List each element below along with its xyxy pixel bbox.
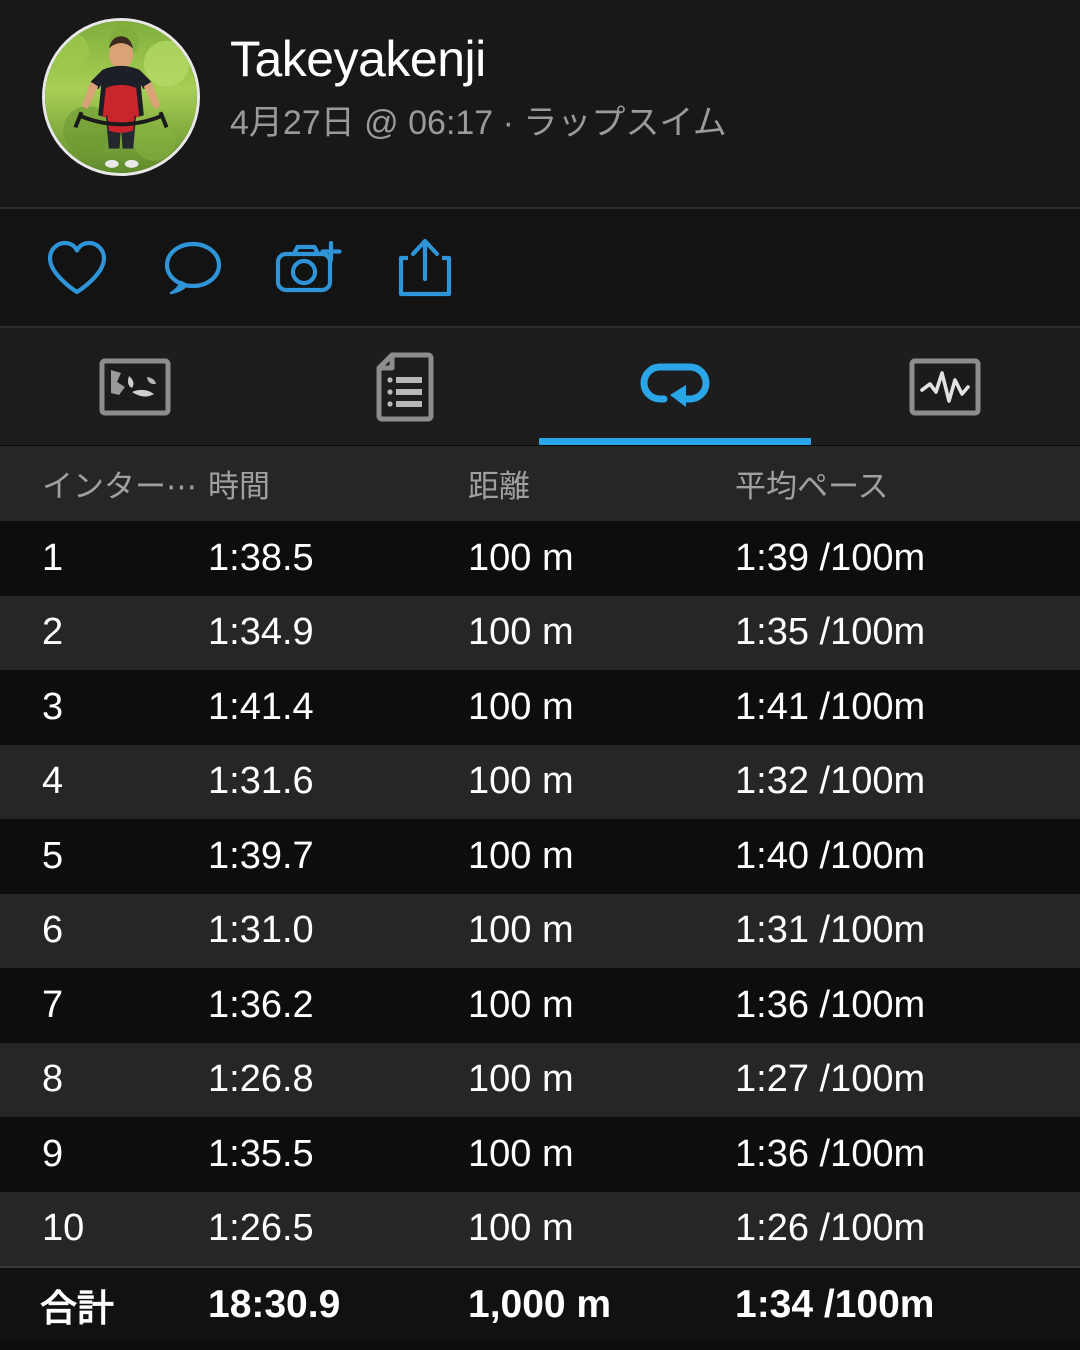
comment-icon xyxy=(162,239,224,297)
lap-table: インター⋯ 時間 距離 平均ペース 1 1:38.5 100 m 1:39 /100m… xyxy=(0,446,1080,1342)
document-icon xyxy=(376,352,434,422)
column-header-pace: 平均ペース xyxy=(735,469,889,504)
activity-meta: 4月27日 @ 06:17 · ラップスイム xyxy=(230,104,727,142)
like-button[interactable] xyxy=(44,237,110,299)
map-icon xyxy=(98,356,172,418)
lap-time: 1:35.5 xyxy=(208,1132,314,1175)
header-text-block: Takeyakenji 4月27日 @ 06:17 · ラップスイム xyxy=(230,18,727,148)
column-header-interval: インター⋯ xyxy=(42,469,197,504)
lap-pace: 1:32 /100m xyxy=(735,760,926,803)
table-row[interactable]: 4 1:31.6 100 m 1:32 /100m xyxy=(0,744,1080,819)
lap-time: 1:34.9 xyxy=(208,611,314,654)
lap-distance: 100 m xyxy=(468,611,574,654)
tab-bar xyxy=(0,328,1080,446)
table-row[interactable]: 3 1:41.4 100 m 1:41 /100m xyxy=(0,670,1080,745)
lap-distance: 100 m xyxy=(468,1058,574,1101)
tab-analysis[interactable] xyxy=(810,328,1080,445)
table-row[interactable]: 10 1:26.5 100 m 1:26 /100m xyxy=(0,1191,1080,1266)
lap-interval: 6 xyxy=(42,909,64,952)
profile-name[interactable]: Takeyakenji xyxy=(230,32,727,86)
total-time: 18:30.9 xyxy=(208,1283,341,1326)
lap-pace: 1:41 /100m xyxy=(735,685,926,728)
lap-interval: 7 xyxy=(42,983,64,1026)
lap-time: 1:31.6 xyxy=(208,760,314,803)
lap-pace: 1:27 /100m xyxy=(735,1058,926,1101)
total-label: 合計 xyxy=(40,1288,114,1329)
lap-time: 1:41.4 xyxy=(208,685,314,728)
lap-interval: 1 xyxy=(42,536,64,579)
table-header-row: インター⋯ 時間 距離 平均ペース xyxy=(0,446,1080,521)
table-body: 1 1:38.5 100 m 1:39 /100m 2 1:34.9 100 m 1:35 /… xyxy=(0,521,1080,1266)
lap-pace: 1:40 /100m xyxy=(735,834,926,877)
action-bar xyxy=(0,209,1080,328)
lap-pace: 1:31 /100m xyxy=(735,909,926,952)
lap-interval: 4 xyxy=(42,760,64,803)
table-row[interactable]: 7 1:36.2 100 m 1:36 /100m xyxy=(0,968,1080,1043)
lap-distance: 100 m xyxy=(468,760,574,803)
lap-icon xyxy=(634,355,716,419)
photo-button[interactable] xyxy=(275,237,343,299)
table-row[interactable]: 6 1:31.0 100 m 1:31 /100m xyxy=(0,893,1080,968)
lap-interval: 9 xyxy=(42,1132,64,1175)
lap-interval: 5 xyxy=(42,834,64,877)
lap-pace: 1:36 /100m xyxy=(735,983,926,1026)
lap-time: 1:26.5 xyxy=(208,1207,314,1250)
lap-distance: 100 m xyxy=(468,1132,574,1175)
table-total-row: 合計 18:30.9 1,000 m 1:34 /100m xyxy=(0,1266,1080,1342)
lap-pace: 1:35 /100m xyxy=(735,611,926,654)
table-row[interactable]: 1 1:38.5 100 m 1:39 /100m xyxy=(0,521,1080,596)
lap-time: 1:36.2 xyxy=(208,983,314,1026)
lap-time: 1:31.0 xyxy=(208,909,314,952)
lap-pace: 1:26 /100m xyxy=(735,1207,926,1250)
share-button[interactable] xyxy=(392,237,458,299)
lap-distance: 100 m xyxy=(468,834,574,877)
lap-time: 1:26.8 xyxy=(208,1058,314,1101)
lap-interval: 10 xyxy=(42,1207,85,1250)
lap-interval: 3 xyxy=(42,685,64,728)
camera-add-icon xyxy=(275,239,343,297)
total-distance: 1,000 m xyxy=(468,1283,612,1326)
lap-time: 1:39.7 xyxy=(208,834,314,877)
activity-header: Takeyakenji 4月27日 @ 06:17 · ラップスイム xyxy=(0,0,1080,209)
analysis-icon xyxy=(908,356,982,418)
lap-interval: 8 xyxy=(42,1058,64,1101)
tab-laps[interactable] xyxy=(539,328,811,445)
tab-underline xyxy=(539,438,811,445)
tab-details[interactable] xyxy=(270,328,540,445)
lap-distance: 100 m xyxy=(468,909,574,952)
lap-pace: 1:36 /100m xyxy=(735,1132,926,1175)
lap-time: 1:38.5 xyxy=(208,536,314,579)
activity-screen: Takeyakenji 4月27日 @ 06:17 · ラップスイム インター⋯… xyxy=(0,0,1080,1350)
lap-pace: 1:39 /100m xyxy=(735,536,926,579)
table-row[interactable]: 8 1:26.8 100 m 1:27 /100m xyxy=(0,1042,1080,1117)
table-row[interactable]: 5 1:39.7 100 m 1:40 /100m xyxy=(0,819,1080,894)
share-icon xyxy=(396,237,454,299)
total-pace: 1:34 /100m xyxy=(735,1283,935,1326)
column-header-time: 時間 xyxy=(208,469,270,504)
lap-distance: 100 m xyxy=(468,536,574,579)
lap-distance: 100 m xyxy=(468,983,574,1026)
lap-distance: 100 m xyxy=(468,1207,574,1250)
lap-distance: 100 m xyxy=(468,685,574,728)
tab-map[interactable] xyxy=(0,328,270,445)
comment-button[interactable] xyxy=(160,237,226,299)
avatar[interactable] xyxy=(42,18,200,176)
column-header-distance: 距離 xyxy=(468,469,530,504)
lap-interval: 2 xyxy=(42,611,64,654)
table-row[interactable]: 2 1:34.9 100 m 1:35 /100m xyxy=(0,595,1080,670)
table-row[interactable]: 9 1:35.5 100 m 1:36 /100m xyxy=(0,1117,1080,1192)
heart-icon xyxy=(46,239,108,297)
